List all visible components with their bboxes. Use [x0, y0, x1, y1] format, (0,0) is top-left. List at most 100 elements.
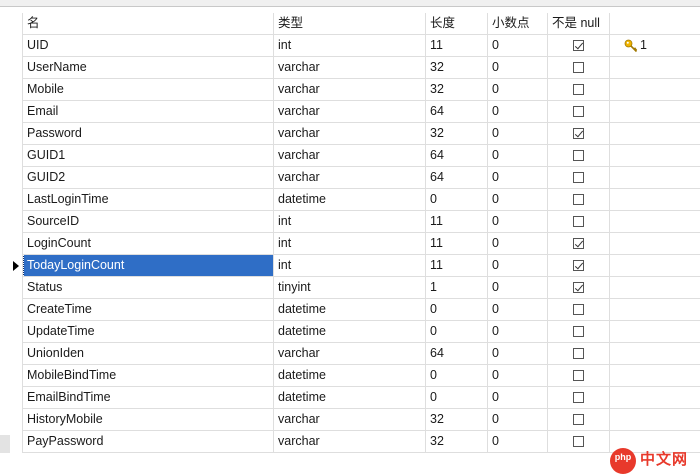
field-name[interactable]: TodayLoginCount: [23, 255, 273, 276]
field-name-cell[interactable]: PayPassword: [22, 431, 274, 453]
not-null-checkbox[interactable]: [573, 304, 584, 315]
field-name[interactable]: Email: [27, 104, 58, 118]
field-name[interactable]: LoginCount: [27, 236, 91, 250]
field-length-cell[interactable]: 0: [426, 299, 488, 321]
table-row[interactable]: CreateTime datetime 0 0: [22, 299, 700, 321]
not-null-checkbox[interactable]: [573, 194, 584, 205]
field-length-cell[interactable]: 32: [426, 431, 488, 453]
field-name[interactable]: Password: [27, 126, 82, 140]
table-row[interactable]: UpdateTime datetime 0 0: [22, 321, 700, 343]
field-decimals-cell[interactable]: 0: [488, 255, 548, 277]
field-name[interactable]: GUID2: [27, 170, 65, 184]
field-name[interactable]: HistoryMobile: [27, 412, 103, 426]
header-key[interactable]: [610, 13, 700, 35]
field-decimals-cell[interactable]: 0: [488, 101, 548, 123]
field-type-cell[interactable]: varchar: [274, 167, 426, 189]
field-decimals-cell[interactable]: 0: [488, 233, 548, 255]
not-null-checkbox[interactable]: [573, 84, 584, 95]
field-length-cell[interactable]: 64: [426, 145, 488, 167]
table-row[interactable]: Mobile varchar 32 0: [22, 79, 700, 101]
field-decimals-cell[interactable]: 0: [488, 409, 548, 431]
field-type-cell[interactable]: datetime: [274, 387, 426, 409]
header-length[interactable]: 长度: [426, 13, 488, 35]
not-null-checkbox[interactable]: [573, 172, 584, 183]
field-name[interactable]: UID: [27, 38, 49, 52]
field-type-cell[interactable]: int: [274, 35, 426, 57]
field-decimals-cell[interactable]: 0: [488, 365, 548, 387]
field-decimals-cell[interactable]: 0: [488, 35, 548, 57]
field-decimals-cell[interactable]: 0: [488, 277, 548, 299]
not-null-checkbox[interactable]: [573, 260, 584, 271]
table-row[interactable]: UID int 11 0 1: [22, 35, 700, 57]
field-name[interactable]: UpdateTime: [27, 324, 95, 338]
header-name[interactable]: 名: [22, 13, 274, 35]
field-name-cell[interactable]: CreateTime: [22, 299, 274, 321]
table-row[interactable]: UserName varchar 32 0: [22, 57, 700, 79]
table-row[interactable]: Password varchar 32 0: [22, 123, 700, 145]
field-name[interactable]: EmailBindTime: [27, 390, 111, 404]
not-null-checkbox[interactable]: [573, 62, 584, 73]
field-decimals-cell[interactable]: 0: [488, 189, 548, 211]
field-decimals-cell[interactable]: 0: [488, 299, 548, 321]
field-length-cell[interactable]: 11: [426, 233, 488, 255]
field-name-cell[interactable]: UpdateTime: [22, 321, 274, 343]
field-type-cell[interactable]: varchar: [274, 409, 426, 431]
not-null-checkbox[interactable]: [573, 348, 584, 359]
table-row[interactable]: GUID2 varchar 64 0: [22, 167, 700, 189]
field-length-cell[interactable]: 0: [426, 365, 488, 387]
field-name-cell[interactable]: HistoryMobile: [22, 409, 274, 431]
field-name-cell[interactable]: Status: [22, 277, 274, 299]
field-type-cell[interactable]: datetime: [274, 189, 426, 211]
not-null-checkbox[interactable]: [573, 370, 584, 381]
table-row[interactable]: UnionIden varchar 64 0: [22, 343, 700, 365]
field-name-cell[interactable]: LoginCount: [22, 233, 274, 255]
field-length-cell[interactable]: 11: [426, 35, 488, 57]
header-decimals[interactable]: 小数点: [488, 13, 548, 35]
field-name-cell[interactable]: Mobile: [22, 79, 274, 101]
field-decimals-cell[interactable]: 0: [488, 167, 548, 189]
table-row[interactable]: LoginCount int 11 0: [22, 233, 700, 255]
field-length-cell[interactable]: 64: [426, 167, 488, 189]
field-name[interactable]: SourceID: [27, 214, 79, 228]
field-name[interactable]: MobileBindTime: [27, 368, 116, 382]
field-name-cell[interactable]: SourceID: [22, 211, 274, 233]
field-name[interactable]: CreateTime: [27, 302, 92, 316]
field-type-cell[interactable]: varchar: [274, 123, 426, 145]
field-decimals-cell[interactable]: 0: [488, 79, 548, 101]
field-name-cell[interactable]: GUID2: [22, 167, 274, 189]
field-length-cell[interactable]: 0: [426, 387, 488, 409]
field-name-cell[interactable]: EmailBindTime: [22, 387, 274, 409]
field-name[interactable]: Mobile: [27, 82, 64, 96]
header-not-null[interactable]: 不是 null: [548, 13, 610, 35]
table-row[interactable]: MobileBindTime datetime 0 0: [22, 365, 700, 387]
not-null-checkbox[interactable]: [573, 150, 584, 161]
field-name-cell[interactable]: Email: [22, 101, 274, 123]
field-type-cell[interactable]: datetime: [274, 321, 426, 343]
field-decimals-cell[interactable]: 0: [488, 343, 548, 365]
not-null-checkbox[interactable]: [573, 326, 584, 337]
header-type[interactable]: 类型: [274, 13, 426, 35]
field-decimals-cell[interactable]: 0: [488, 211, 548, 233]
field-name[interactable]: PayPassword: [27, 434, 103, 448]
field-decimals-cell[interactable]: 0: [488, 387, 548, 409]
field-length-cell[interactable]: 1: [426, 277, 488, 299]
table-row[interactable]: SourceID int 11 0: [22, 211, 700, 233]
field-name[interactable]: Status: [27, 280, 62, 294]
field-type-cell[interactable]: int: [274, 233, 426, 255]
field-name-cell[interactable]: GUID1: [22, 145, 274, 167]
field-decimals-cell[interactable]: 0: [488, 145, 548, 167]
field-name[interactable]: LastLoginTime: [27, 192, 109, 206]
table-row[interactable]: TodayLoginCount int 11 0: [22, 255, 700, 277]
field-name-cell[interactable]: UnionIden: [22, 343, 274, 365]
not-null-checkbox[interactable]: [573, 436, 584, 447]
field-decimals-cell[interactable]: 0: [488, 431, 548, 453]
scroll-handle[interactable]: [0, 435, 10, 453]
field-type-cell[interactable]: varchar: [274, 145, 426, 167]
field-name-cell[interactable]: TodayLoginCount: [22, 255, 274, 277]
field-length-cell[interactable]: 32: [426, 409, 488, 431]
field-length-cell[interactable]: 0: [426, 189, 488, 211]
field-name[interactable]: UserName: [27, 60, 87, 74]
field-decimals-cell[interactable]: 0: [488, 321, 548, 343]
table-row[interactable]: GUID1 varchar 64 0: [22, 145, 700, 167]
field-type-cell[interactable]: varchar: [274, 431, 426, 453]
